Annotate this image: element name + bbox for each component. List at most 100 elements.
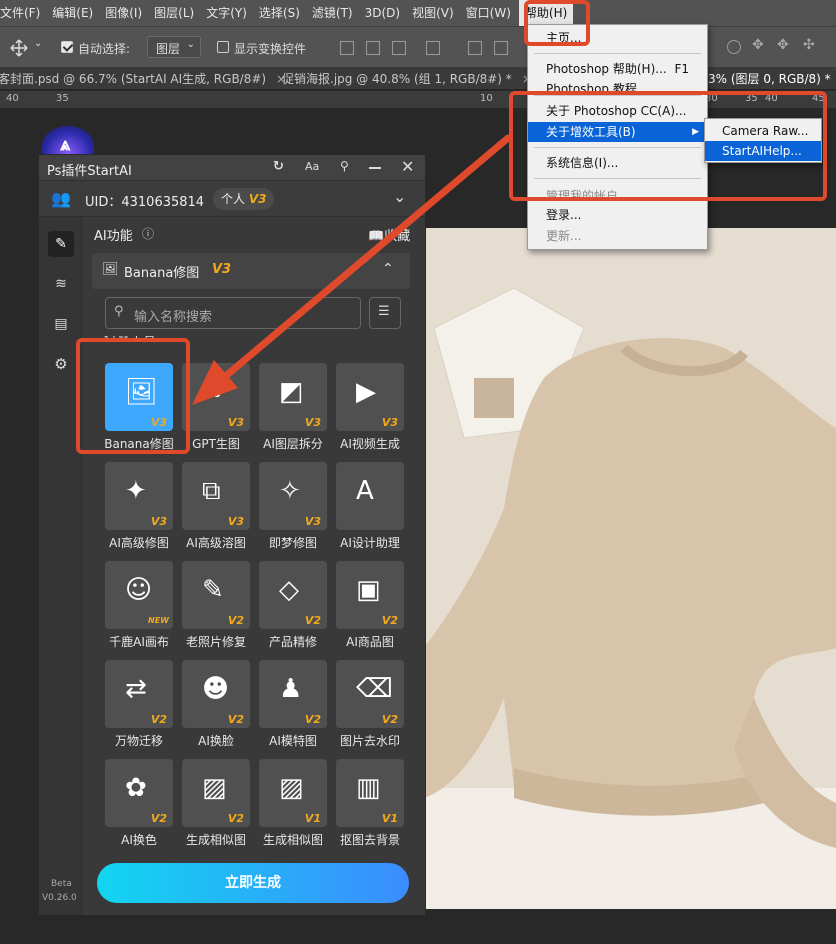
tool-card[interactable]: ⌫ V2 — [336, 660, 404, 728]
align-top-icon[interactable] — [468, 41, 482, 55]
tool-version-badge: V2 — [381, 713, 398, 726]
tool-label: 生成相似图 — [262, 833, 323, 847]
menu-filter[interactable]: 滤镜(T) — [306, 0, 359, 26]
tool-version-badge: V3 — [381, 416, 398, 429]
menu-item-login[interactable]: 登录... — [528, 205, 707, 225]
canvas-icon: ☺ — [125, 575, 153, 605]
tab-document-2-label: 促销海报.jpg @ 40.8% (组 1, RGB/8#) * — [282, 72, 512, 86]
sidebar-item-layers[interactable]: ≋ — [48, 271, 74, 297]
show-transform-label: 显示变换控件 — [234, 42, 307, 56]
tool-card[interactable]: ▨ V2 — [182, 759, 250, 827]
tool-card[interactable]: ☻ V2 — [182, 660, 250, 728]
tool-version-badge: NEW — [148, 616, 169, 625]
watermark-remove-icon: ⌫ — [356, 674, 393, 704]
tool-label: AI模特图 — [269, 734, 317, 748]
users-icon: 👥 — [51, 189, 71, 208]
version-label: V0.26.0 — [42, 893, 77, 903]
tool-grid: 🖼 V3 Banana修图 ∞ V3 GPT生图 ◩ V3 AI图层拆分 ▶ V3 AI视频生成 ✦ V3… — [82, 217, 425, 915]
align-middle-icon[interactable] — [494, 41, 508, 55]
gpt-icon: ∞ — [202, 377, 224, 407]
uid-bar: 👥 UID：4310635814 个人 V3 ⌄ — [39, 181, 425, 217]
align-center-icon[interactable] — [366, 41, 380, 55]
pin-icon[interactable]: ⚲ — [340, 159, 349, 173]
highlight-plugins-menu — [509, 91, 827, 201]
tool-label: AI视频生成 — [340, 437, 400, 451]
panel-title-bar: Ps插件StartAI ↻ Aa ⚲ ✕ — [39, 155, 425, 181]
menu-image[interactable]: 图像(I) — [99, 0, 148, 26]
tier-label: 个人 — [221, 192, 246, 206]
tool-card[interactable]: ✎ V2 — [182, 561, 250, 629]
show-transform-checkbox[interactable] — [217, 41, 229, 53]
tool-preset-chevron-icon[interactable]: ⌄ — [34, 38, 42, 49]
tier-version: V3 — [248, 192, 267, 206]
tool-version-badge: V2 — [227, 812, 244, 825]
panel-content: AI功能 ⓘ 📖收藏 🖼 Banana修图 V3 ⌃ ⚲ 输入名称搜索 ☰ 行业… — [82, 217, 425, 915]
move-tool-icon[interactable] — [10, 39, 28, 57]
tool-card[interactable]: ☺ NEW — [105, 561, 173, 629]
options-bar: ⌄ 自动选择: 图层 ⌄ 显示变换控件 ✥ ✥ ✣ — [0, 26, 836, 68]
tool-card[interactable]: ✿ V2 — [105, 759, 173, 827]
distribute-icon[interactable] — [426, 41, 440, 55]
tool-card[interactable]: ✧ V3 — [259, 462, 327, 530]
highlight-banana-tool — [76, 338, 190, 454]
tool-label: 图片去水印 — [339, 734, 400, 748]
generate-button[interactable]: 立即生成 — [97, 863, 409, 903]
tool-label: 千鹿AI画布 — [109, 635, 169, 649]
sweater-photo — [424, 228, 836, 909]
tool-card[interactable]: ▥ V1 — [336, 759, 404, 827]
menu-item-update: 更新... — [546, 229, 582, 243]
panel-sidebar: ✎ ≋ ▤ ⚙ Beta V0.26.0 — [39, 217, 82, 915]
transfer-icon: ⇄ — [125, 674, 147, 704]
menu-view[interactable]: 视图(V) — [406, 0, 460, 26]
menu-item-photoshop-help[interactable]: Photoshop 帮助(H)... F1 — [528, 59, 707, 79]
tool-version-badge: V2 — [150, 713, 167, 726]
uid-text: UID：4310635814 — [85, 195, 205, 210]
clipboard-icon: ▤ — [54, 316, 68, 332]
menu-type[interactable]: 文字(Y) — [200, 0, 253, 26]
layer-select-dropdown[interactable]: 图层 ⌄ — [147, 36, 201, 58]
3d-roll-icon[interactable]: ✥ — [752, 37, 764, 53]
3d-orbit-icon[interactable] — [727, 40, 741, 54]
tool-version-badge: V2 — [227, 713, 244, 726]
refresh-icon[interactable]: ↻ — [273, 159, 284, 174]
tool-label: 抠图去背景 — [339, 833, 400, 847]
menu-layer[interactable]: 图层(L) — [148, 0, 200, 26]
tool-card[interactable]: ✦ V3 — [105, 462, 173, 530]
tool-card[interactable]: ∞ V3 — [182, 363, 250, 431]
tool-card[interactable]: ◇ V2 — [259, 561, 327, 629]
auto-select-checkbox[interactable] — [61, 41, 73, 53]
menu-bar: 文件(F) 编辑(E) 图像(I) 图层(L) 文字(Y) 选择(S) 滤镜(T… — [0, 0, 836, 26]
align-left-icon[interactable] — [340, 41, 354, 55]
tool-card[interactable]: ◩ V3 — [259, 363, 327, 431]
tool-card[interactable]: ▨ V1 — [259, 759, 327, 827]
tool-card[interactable]: ♟ V2 — [259, 660, 327, 728]
tab-document-2[interactable]: 促销海报.jpg @ 40.8% (组 1, RGB/8#) *× — [282, 68, 532, 90]
font-size-icon[interactable]: Aa — [305, 160, 319, 173]
tab-document-3[interactable]: 3% (图层 0, RGB/8) * — [708, 68, 831, 90]
3d-slide-icon[interactable]: ✣ — [803, 37, 815, 53]
align-right-icon[interactable] — [392, 41, 406, 55]
sidebar-item-notes[interactable]: ▤ — [48, 311, 74, 337]
menu-3d[interactable]: 3D(D) — [359, 0, 406, 26]
close-icon[interactable]: ✕ — [401, 157, 414, 176]
menu-window[interactable]: 窗口(W) — [460, 0, 517, 26]
tool-card[interactable]: ▶ V3 — [336, 363, 404, 431]
tool-card[interactable]: ⇄ V2 — [105, 660, 173, 728]
layers-split-icon: ◩ — [279, 377, 304, 407]
layers-icon: ≋ — [55, 276, 67, 292]
menu-edit[interactable]: 编辑(E) — [46, 0, 99, 26]
menu-file[interactable]: 文件(F) — [0, 0, 46, 26]
minimize-icon[interactable] — [369, 167, 381, 169]
canvas-image[interactable] — [424, 228, 836, 909]
menu-item-photoshop-tutorial[interactable]: Photoshop 教程 — [528, 79, 707, 91]
sidebar-item-settings[interactable]: ⚙ — [48, 351, 74, 377]
sidebar-item-edit[interactable]: ✎ — [48, 231, 74, 257]
tool-version-badge: V2 — [150, 812, 167, 825]
3d-pan-icon[interactable]: ✥ — [777, 37, 789, 53]
tab-document-1[interactable]: 客封面.psd @ 66.7% (StartAI AI生成, RGB/8#) × — [0, 68, 286, 90]
tool-card[interactable]: ⧉ V3 — [182, 462, 250, 530]
tool-card[interactable]: ▣ V2 — [336, 561, 404, 629]
chevron-down-icon[interactable]: ⌄ — [393, 187, 406, 206]
tool-card[interactable]: A — [336, 462, 404, 530]
menu-select[interactable]: 选择(S) — [253, 0, 306, 26]
